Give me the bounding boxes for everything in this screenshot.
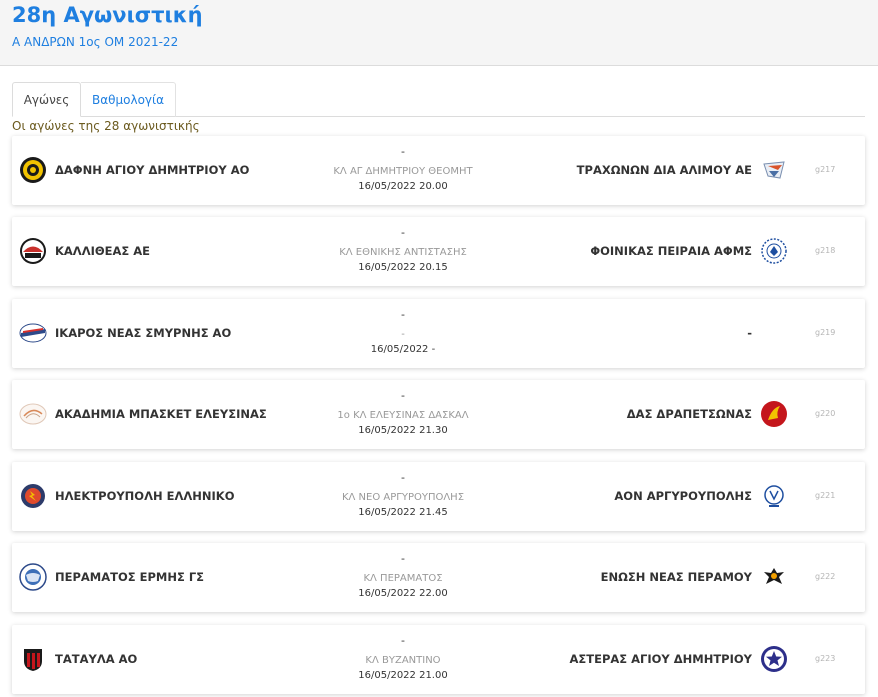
section-label: Οι αγώνες της 28 αγωνιστικής: [12, 119, 200, 133]
match-venue: -: [401, 329, 405, 340]
home-team-name[interactable]: ΑΚΑΔΗΜΙΑ ΜΠΑΣΚΕΤ ΕΛΕΥΣΙΝΑΣ: [55, 407, 267, 421]
away-team-name[interactable]: ΔΑΣ ΔΡΑΠΕΤΣΩΝΑΣ: [627, 407, 752, 421]
kallithea-crest-icon: [20, 238, 46, 264]
match-score: -: [401, 145, 405, 158]
game-code: g218: [815, 246, 836, 255]
match-venue: 1ο ΚΛ ΕΛΕΥΣΙΝΑΣ ΔΑΣΚΑΛ: [337, 410, 469, 421]
away-team-name[interactable]: ΤΡΑΧΩΝΩΝ ΔΙΑ ΑΛΙΜΟΥ ΑΕ: [577, 163, 752, 177]
match-venue: ΚΛ ΝΕΟ ΑΡΓΥΡΟΥΠΟΛΗΣ: [341, 492, 465, 503]
tab-matches[interactable]: Αγώνες: [12, 82, 81, 117]
dafni-crest-icon: [20, 157, 46, 183]
away-team-name[interactable]: ΑΣΤΕΡΑΣ ΑΓΙΟΥ ΔΗΜΗΤΡΙΟΥ: [569, 652, 752, 666]
home-team-name[interactable]: ΚΑΛΛΙΘΕΑΣ ΑΕ: [55, 244, 150, 258]
match-score: -: [401, 389, 405, 402]
away-team-name[interactable]: ΦΟΙΝΙΚΑΣ ΠΕΙΡΑΙΑ ΑΦΜΣ: [590, 244, 752, 258]
match-datetime: 16/05/2022 20.15: [358, 262, 448, 273]
match-datetime: 16/05/2022 21.30: [358, 425, 448, 436]
match-card[interactable]: ΤΑΤΑΥΛΑ ΑΟ - ΚΛ ΒΥΖΑΝΤΙΝΟ 16/05/2022 21.…: [12, 625, 865, 694]
match-score: -: [401, 471, 405, 484]
match-card[interactable]: ΑΚΑΔΗΜΙΑ ΜΠΑΣΚΕΤ ΕΛΕΥΣΙΝΑΣ - 1ο ΚΛ ΕΛΕΥΣ…: [12, 380, 865, 449]
game-code: g221: [815, 491, 836, 500]
home-team-name[interactable]: ΠΕΡΑΜΑΤΟΣ ΕΡΜΗΣ ΓΣ: [55, 570, 204, 584]
away-team-name[interactable]: -: [747, 326, 752, 340]
match-venue: ΚΛ ΒΥΖΑΝΤΙΝΟ: [365, 655, 441, 666]
match-card[interactable]: ΚΑΛΛΙΘΕΑΣ ΑΕ - ΚΛ ΕΘΝΙΚΗΣ ΑΝΤΙΣΤΑΣΗΣ 16/…: [12, 217, 865, 286]
game-code: g217: [815, 165, 836, 174]
match-card[interactable]: ΙΚΑΡΟΣ ΝΕΑΣ ΣΜΥΡΝΗΣ ΑΟ - - 16/05/2022 - …: [12, 299, 865, 368]
page-header: 28η Αγωνιστική Α ΑΝΔΡΩΝ 1ος ΟΜ 2021-22: [0, 0, 878, 66]
asteras-star-icon: [761, 646, 787, 672]
match-card[interactable]: ΔΑΦΝΗ ΑΓΙΟΥ ΔΗΜΗΤΡΙΟΥ ΑΟ - ΚΛ ΑΓ ΔΗΜΗΤΡΙ…: [12, 136, 865, 205]
home-team-name[interactable]: ΙΚΑΡΟΣ ΝΕΑΣ ΣΜΥΡΝΗΣ ΑΟ: [55, 326, 231, 340]
page-subtitle[interactable]: Α ΑΝΔΡΩΝ 1ος ΟΜ 2021-22: [12, 35, 178, 49]
home-team-name[interactable]: ΗΛΕΚΤΡΟΥΠΟΛΗ ΕΛΛΗΝΙΚΟ: [55, 489, 234, 503]
match-card[interactable]: ΗΛΕΚΤΡΟΥΠΟΛΗ ΕΛΛΗΝΙΚΟ - ΚΛ ΝΕΟ ΑΡΓΥΡΟΥΠΟ…: [12, 462, 865, 531]
ilektroupoli-crest-icon: [21, 484, 45, 508]
enosi-eagle-icon: [764, 568, 784, 584]
away-team-name[interactable]: ΕΝΩΣΗ ΝΕΑΣ ΠΕΡΑΜΟΥ: [601, 570, 752, 584]
match-datetime: 16/05/2022 22.00: [358, 588, 448, 599]
page-title: 28η Αγωνιστική: [12, 3, 203, 27]
ikaros-crest-icon: [19, 323, 47, 343]
match-score: -: [401, 226, 405, 239]
home-team-name[interactable]: ΔΑΦΝΗ ΑΓΙΟΥ ΔΗΜΗΤΡΙΟΥ ΑΟ: [55, 163, 249, 177]
foinikas-crest-icon: [761, 238, 787, 264]
akadimia-crest-icon: [19, 403, 47, 425]
tab-bar: Αγώνες Βαθμολογία: [12, 82, 865, 117]
game-code: g223: [815, 654, 836, 663]
trachones-crest-icon: [763, 161, 785, 179]
game-code: g219: [815, 328, 836, 337]
match-datetime: 16/05/2022 20.00: [358, 181, 448, 192]
tab-standings[interactable]: Βαθμολογία: [81, 82, 176, 117]
game-code: g220: [815, 409, 836, 418]
match-datetime: 16/05/2022 21.45: [358, 507, 448, 518]
game-code: g222: [815, 572, 836, 581]
match-score: -: [401, 552, 405, 565]
match-venue: ΚΛ ΕΘΝΙΚΗΣ ΑΝΤΙΣΤΑΣΗΣ: [339, 247, 467, 258]
match-card[interactable]: ΠΕΡΑΜΑΤΟΣ ΕΡΜΗΣ ΓΣ - ΚΛ ΠΕΡΑΜΑΤΟΣ 16/05/…: [12, 543, 865, 612]
match-score: -: [401, 634, 405, 647]
tatavla-crest-icon: [24, 649, 42, 671]
drapetsona-crest-icon: [761, 401, 787, 427]
match-venue: ΚΛ ΑΓ ΔΗΜΗΤΡΙΟΥ ΘΕΟΜΗΤ: [333, 166, 473, 177]
match-datetime: 16/05/2022 -: [370, 344, 436, 355]
away-team-name[interactable]: ΑΟΝ ΑΡΓΥΡΟΥΠΟΛΗΣ: [614, 489, 752, 503]
match-venue: ΚΛ ΠΕΡΑΜΑΤΟΣ: [363, 573, 443, 584]
match-datetime: 16/05/2022 21.00: [358, 670, 448, 681]
match-score: -: [401, 308, 405, 321]
home-team-name[interactable]: ΤΑΤΑΥΛΑ ΑΟ: [55, 652, 137, 666]
aon-crest-icon: [764, 485, 784, 507]
ermis-crest-icon: [19, 563, 47, 591]
